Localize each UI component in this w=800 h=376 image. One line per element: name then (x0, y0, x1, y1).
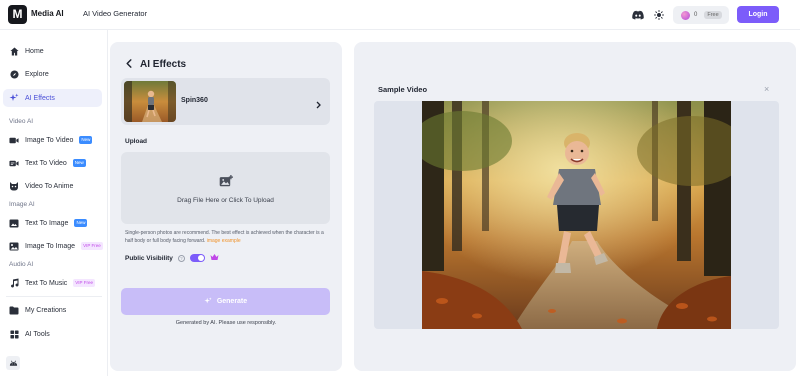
login-button[interactable]: Login (737, 6, 779, 23)
music-icon (9, 278, 19, 288)
coin-icon (681, 10, 690, 20)
panel-header: AI Effects (126, 55, 186, 73)
sidebar-item-label: AI Tools (25, 330, 50, 338)
android-icon[interactable] (6, 356, 20, 370)
panel-title: AI Effects (140, 58, 187, 70)
discord-icon[interactable] (630, 7, 646, 23)
sidebar-item-text-to-video[interactable]: Text To Video New (3, 154, 102, 172)
effect-selector[interactable]: Spin360 (121, 78, 330, 125)
sparkle-icon (204, 296, 212, 307)
sidebar-item-label: Text To Image (25, 219, 69, 227)
sidebar-item-text-to-image[interactable]: Text To Image New (3, 214, 102, 232)
credits-tag: Free (704, 11, 722, 19)
visibility-toggle[interactable] (189, 254, 205, 262)
video-container (374, 101, 779, 329)
section-audio-ai: Audio AI (9, 261, 34, 268)
top-header: M Media AI AI Video Generator 0 Free Log… (0, 0, 800, 30)
public-visibility-row: Public Visibility ? (125, 253, 219, 263)
generate-button[interactable]: Generate (121, 288, 330, 315)
sidebar-item-my-creations[interactable]: My Creations (3, 301, 102, 319)
grid-icon (9, 329, 19, 339)
app-logo[interactable]: M (8, 5, 27, 24)
brand-name[interactable]: Media AI (31, 9, 64, 18)
generate-disclaimer: Generated by AI. Please use responsibly. (175, 320, 277, 326)
page-title: AI Video Generator (83, 9, 148, 18)
text-image-icon (9, 218, 19, 228)
sidebar-item-video-to-anime[interactable]: Video To Anime (3, 177, 102, 195)
sidebar-item-label: Home (25, 47, 44, 55)
new-badge: New (79, 136, 93, 144)
sparkles-icon (9, 93, 19, 103)
sidebar-item-home[interactable]: Home (3, 42, 102, 60)
visibility-label: Public Visibility (125, 254, 173, 262)
image-image-icon (9, 241, 19, 251)
section-video-ai: Video AI (9, 118, 34, 125)
effect-thumbnail (124, 81, 176, 122)
sidebar-item-image-to-image[interactable]: Image To Image VIP Free (3, 237, 103, 255)
image-video-icon (9, 135, 19, 145)
sidebar-item-label: My Creations (25, 306, 67, 314)
upload-dropzone[interactable]: Drag File Here or Click To Upload (121, 152, 330, 224)
sidebar-divider (6, 296, 102, 297)
home-icon (9, 46, 19, 56)
effect-settings-panel: AI Effects Spin360 Upload Drag File Here… (110, 42, 342, 371)
sidebar-item-explore[interactable]: Explore (3, 65, 102, 83)
sample-video[interactable] (422, 101, 731, 329)
back-arrow-icon[interactable] (126, 55, 132, 73)
text-video-icon (9, 158, 19, 168)
new-badge: New (72, 159, 86, 167)
chevron-right-icon (316, 96, 321, 114)
compass-icon (9, 69, 19, 79)
anime-icon (9, 181, 19, 191)
upload-label: Upload (125, 138, 148, 145)
sun-icon[interactable] (651, 7, 667, 23)
vip-free-badge: VIP Free (73, 279, 95, 287)
sidebar-item-label: Video To Anime (25, 182, 74, 190)
vip-free-badge: VIP Free (81, 242, 103, 250)
sidebar-item-image-to-video[interactable]: Image To Video New (3, 131, 102, 149)
sidebar-item-label: AI Effects (25, 94, 55, 102)
sample-video-panel: Sample Video × (354, 42, 796, 371)
upload-tip: Single-person photos are recommend. The … (125, 229, 330, 245)
generate-label: Generate (216, 298, 248, 305)
sample-video-title: Sample Video (378, 85, 428, 94)
sidebar-item-label: Text To Video (25, 159, 67, 167)
credits-count: 0 (694, 12, 698, 18)
sidebar-item-label: Image To Image (25, 242, 76, 250)
sidebar-item-text-to-music[interactable]: Text To Music VIP Free (3, 274, 102, 292)
sidebar-item-label: Text To Music (25, 279, 68, 287)
folder-icon (9, 305, 19, 315)
close-icon[interactable]: × (764, 84, 769, 94)
credits-widget[interactable]: 0 Free (673, 6, 729, 24)
sidebar: Home Explore AI Effects Video AI Image T… (0, 30, 108, 376)
help-icon[interactable]: ? (177, 254, 185, 262)
sidebar-item-ai-tools[interactable]: AI Tools (3, 325, 102, 343)
image-example-link[interactable]: image example (207, 238, 241, 244)
sidebar-item-ai-effects[interactable]: AI Effects (3, 89, 102, 107)
new-badge: New (74, 219, 88, 227)
section-image-ai: Image AI (9, 201, 35, 208)
sidebar-item-label: Image To Video (25, 136, 74, 144)
effect-name: Spin360 (181, 97, 208, 104)
crown-icon (210, 253, 219, 263)
sidebar-item-label: Explore (25, 70, 49, 78)
image-upload-icon (219, 174, 233, 192)
upload-text: Drag File Here or Click To Upload (177, 197, 274, 204)
